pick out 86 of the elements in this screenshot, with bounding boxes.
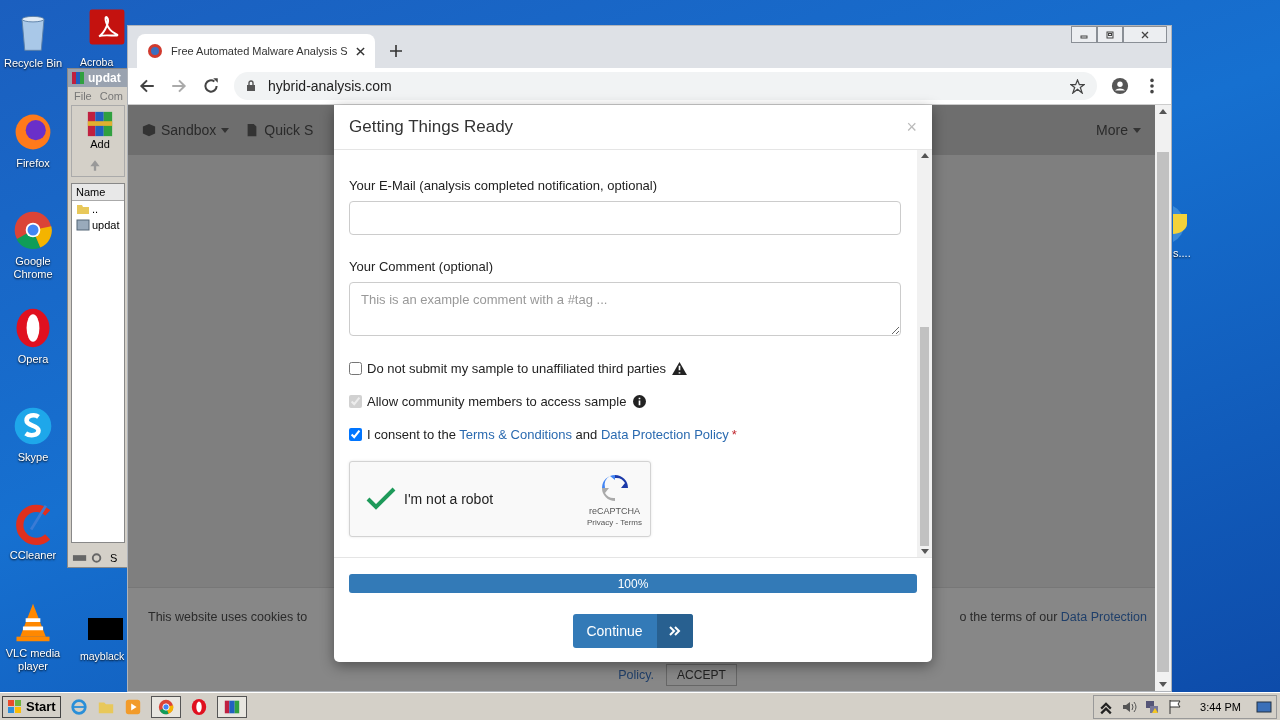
new-tab-icon[interactable] [388,44,403,58]
cookie-text: This website uses cookies to [148,610,308,624]
file-name[interactable]: updat [92,219,120,231]
caret-icon [221,127,230,133]
desktop-icon-label[interactable]: mayblack [80,650,125,663]
close-icon[interactable] [355,46,365,56]
file-name[interactable]: .. [92,203,99,215]
archive-icon [86,110,114,138]
flag-icon[interactable] [1167,698,1184,715]
url-text: hybrid-analysis.com [268,78,393,94]
address-bar[interactable]: hybrid-analysis.com [234,72,1097,100]
continue-button[interactable]: Continue [573,614,693,648]
maximize-button[interactable] [1097,26,1123,43]
menu-item[interactable]: File [74,90,92,102]
scroll-down-icon[interactable] [1159,682,1167,687]
info-icon [632,395,648,408]
file-icon [76,219,90,231]
field-label: Your E-Mail (analysis completed notification, optional) [349,178,658,193]
lock-icon [246,80,256,92]
desktop-icon-label[interactable]: CCleaner [9,549,57,562]
policy-link[interactable]: Data Protection [1060,610,1147,624]
scrollbar[interactable] [1155,105,1171,691]
warning-icon [671,362,687,375]
reload-icon[interactable] [202,77,220,95]
terms-link[interactable]: Terms & Conditions [459,427,572,442]
scrollbar[interactable] [917,150,932,557]
desktop-icon-label[interactable]: Firefox [16,157,50,170]
tab-title: Free Automated Malware Analysis S [171,45,348,57]
field-label: Your Comment (optional) [349,259,494,274]
start-button[interactable]: Start [2,695,61,718]
dialog-title: Getting Things Ready [349,117,515,137]
progress-text: 100% [617,576,649,591]
desktop-icon-label[interactable]: Acroba [80,56,114,69]
star-icon[interactable] [1070,78,1085,94]
globe-icon [147,43,163,59]
menu-item[interactable]: Com [99,90,123,102]
nav-link[interactable]: More [1096,122,1141,138]
desktop-icon-label[interactable]: s.... [1173,247,1191,260]
windows-logo-icon [7,698,23,715]
double-chevron-icon [668,626,681,636]
taskbar-button[interactable] [150,695,181,718]
check-icon[interactable] [366,487,396,511]
restore-icon [1105,29,1115,40]
captcha-brand: reCAPTCHA [589,505,640,516]
accept-button[interactable]: ACCEPT [666,664,737,686]
desktop-icon-label[interactable]: Google Chrome [0,255,66,281]
folder-icon [76,203,90,215]
pdf-icon[interactable] [88,8,126,46]
nav-link[interactable]: Sandbox [142,122,230,138]
nav-link[interactable]: Quick S [245,122,314,138]
captcha-links[interactable]: Privacy - Terms [587,517,642,527]
status-text: S [110,552,118,564]
file-thumbnail[interactable] [88,618,123,640]
back-icon[interactable] [138,77,156,95]
email-field[interactable] [349,201,901,235]
account-icon[interactable] [1111,77,1129,95]
cube-icon [142,123,156,137]
clock[interactable]: 3:44 PM [1200,700,1241,713]
checkbox-label: Do not submit my sample to unaffiliated third parties [367,361,666,376]
consent-label: I consent to the Terms & Conditions and Data Protection Policy * [367,427,737,442]
policy-link[interactable]: Data Protection Policy [600,427,729,442]
policy-link[interactable]: Policy. [618,668,655,682]
window-title: updat [88,71,121,85]
checkbox[interactable] [349,362,362,375]
network-icon[interactable] [1144,698,1161,715]
checkbox-label: Allow community members to access sample [367,394,627,409]
comment-field[interactable]: This is an example comment with a #tag ... [349,282,901,336]
opera-icon[interactable] [189,697,208,716]
chrome-icon [156,697,175,716]
close-icon [1140,29,1150,40]
scroll-up-icon[interactable] [920,153,929,158]
captcha-label: I'm not a robot [404,491,495,507]
scroll-down-icon[interactable] [920,549,929,554]
desktop-icon-label[interactable]: VLC media player [0,647,66,673]
taskbar-button[interactable] [216,695,247,718]
cookie-text: o the terms of our Data Protection [959,610,1147,624]
caret-icon [1133,127,1141,133]
show-desktop-icon[interactable] [1256,698,1272,715]
checkbox[interactable] [349,428,362,441]
desktop-icon-label[interactable]: Skype [17,451,49,464]
archive-icon [71,71,85,85]
browser-tab[interactable]: Free Automated Malware Analysis S [137,34,375,68]
desktop-icon-label[interactable]: Opera [17,353,49,366]
column-header[interactable]: Name [72,184,124,201]
desktop-icon-label[interactable]: Recycle Bin [3,57,63,70]
scroll-up-icon[interactable] [1159,109,1167,114]
